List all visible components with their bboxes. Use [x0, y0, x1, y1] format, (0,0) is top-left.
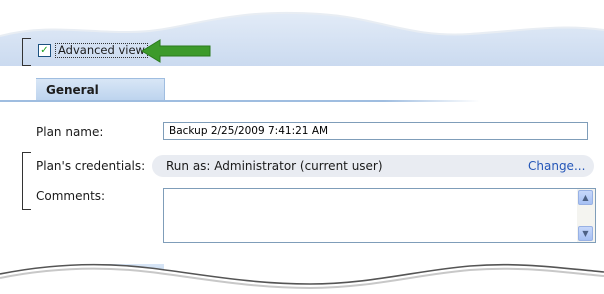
bottom-torn-edge [0, 263, 604, 294]
scroll-up-button[interactable]: ▲ [578, 190, 593, 205]
credentials-value: Run as: Administrator (current user) [166, 159, 383, 173]
green-arrow-icon [141, 39, 211, 63]
advanced-view-checkbox[interactable]: ✓ [38, 44, 51, 57]
tab-underline [0, 100, 480, 102]
comments-label: Comments: [36, 189, 106, 203]
callout-bracket [22, 38, 31, 66]
arrow-down-icon: ▼ [582, 229, 589, 238]
callout-bracket-credentials [22, 152, 31, 210]
top-torn-edge [0, 11, 604, 70]
credentials-label: Plan's credentials: [36, 159, 146, 173]
tab-general-label: General [46, 83, 99, 97]
comments-textarea[interactable] [163, 188, 596, 243]
plan-name-input[interactable] [163, 122, 588, 140]
comments-scrollbar[interactable]: ▲ ▼ [577, 189, 595, 242]
check-icon: ✓ [40, 45, 49, 56]
plan-name-label: Plan name: [36, 125, 104, 139]
scroll-down-button[interactable]: ▼ [578, 226, 593, 241]
tab-general[interactable]: General [36, 78, 165, 101]
change-credentials-link[interactable]: Change... [528, 159, 585, 173]
arrow-up-icon: ▲ [582, 193, 589, 202]
advanced-view-label[interactable]: Advanced view [55, 43, 148, 58]
